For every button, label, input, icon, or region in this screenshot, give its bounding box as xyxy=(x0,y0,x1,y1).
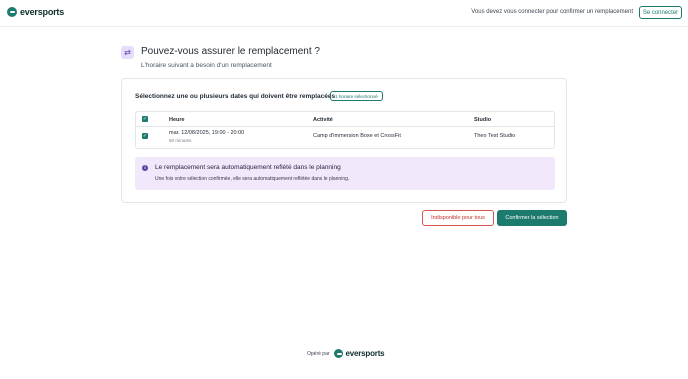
footer-label: Opéré par xyxy=(307,350,330,357)
info-title: Le remplacement sera automatiquement ref… xyxy=(155,164,341,171)
selection-card: Sélectionnez une ou plusieurs dates qui … xyxy=(121,78,567,203)
brand-name: eversports xyxy=(20,7,65,17)
footer-brand[interactable]: eversports xyxy=(346,349,385,358)
selected-count-badge: 1 horaire sélectionné xyxy=(330,91,383,101)
brand-logo[interactable]: eversports xyxy=(7,7,64,17)
row-activity: Camp d'immersion Boxe et CrossFit xyxy=(313,133,401,139)
swap-arrows-icon: ⇄ xyxy=(121,46,134,59)
page-title: Pouvez-vous assurer le remplacement ? xyxy=(141,46,320,57)
info-icon: i xyxy=(142,165,148,171)
row-checkbox[interactable]: ✓ xyxy=(142,133,148,139)
row-time: mar. 12/08/2025, 19:00 - 20:00 xyxy=(169,130,245,136)
info-body: Une fois votre sélection confirmée, elle… xyxy=(155,176,350,182)
selection-label: Sélectionnez une ou plusieurs dates qui … xyxy=(135,93,336,100)
column-header-activity: Activité xyxy=(313,117,333,123)
eversports-logo-icon xyxy=(7,7,17,17)
row-duration: 60 minutes xyxy=(169,138,192,143)
column-header-time: Heure xyxy=(169,117,185,123)
table-header: ✓ Heure Activité Studio xyxy=(136,112,554,127)
footer: Opéré par eversports xyxy=(307,349,385,358)
schedule-table: ✓ Heure Activité Studio ✓ mar. 12/08/202… xyxy=(135,111,555,149)
column-header-studio: Studio xyxy=(474,117,492,123)
top-bar: eversports Vous devez vous connecter pou… xyxy=(0,0,688,27)
login-button[interactable]: Se connecter xyxy=(639,6,682,19)
unavailable-button[interactable]: Indisponible pour tous xyxy=(422,210,494,226)
info-banner: i Le remplacement sera automatiquement r… xyxy=(135,157,555,190)
select-all-checkbox[interactable]: ✓ xyxy=(142,116,148,122)
page-subtitle: L'horaire suivant a besoin d'un remplace… xyxy=(141,62,272,69)
row-studio: Theo Test Studio xyxy=(474,133,516,139)
login-required-message: Vous devez vous connecter pour confirmer… xyxy=(471,9,633,15)
confirm-selection-button[interactable]: Confirmer la sélection xyxy=(497,210,567,226)
eversports-logo-icon xyxy=(333,349,343,358)
